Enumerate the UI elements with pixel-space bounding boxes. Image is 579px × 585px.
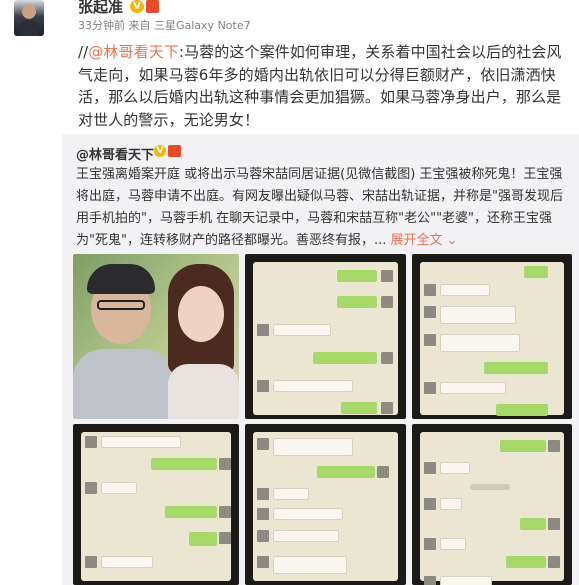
chat-bubble <box>524 266 548 278</box>
chat-avatar <box>424 462 436 474</box>
photo-figure <box>97 300 145 310</box>
photo-couple[interactable] <box>73 254 239 419</box>
chat-avatar <box>257 324 269 336</box>
chat-avatar <box>424 498 436 510</box>
chat-avatar <box>257 438 269 450</box>
chat-avatar <box>381 296 393 308</box>
chat-bubble <box>101 436 181 448</box>
photo-figure <box>168 364 239 419</box>
chat-bubble <box>506 556 546 568</box>
repost-author-name[interactable]: @林哥看天下 <box>76 144 154 163</box>
chat-avatar <box>257 530 269 542</box>
chat-bubble <box>189 532 217 546</box>
photo-figure <box>73 349 173 419</box>
chat-bubble <box>440 284 490 296</box>
photo-chat-screenshot[interactable] <box>245 424 406 585</box>
photo-chat-screenshot[interactable] <box>245 254 406 419</box>
chat-bubble <box>440 498 462 510</box>
chat-avatar <box>381 402 393 414</box>
chat-bubble <box>317 466 375 478</box>
chat-bubble <box>440 306 516 324</box>
post-text: //@林哥看天下:马蓉的这个案件如何审理，关系着中国社会以后的社会风气走向，如果… <box>78 41 573 131</box>
chat-bubble <box>520 518 546 530</box>
chat-bubble <box>440 462 470 474</box>
repost-verified-icon: V <box>154 145 166 157</box>
chat-avatar <box>424 576 436 585</box>
chat-avatar <box>257 380 269 392</box>
author-avatar[interactable] <box>14 0 44 36</box>
chat-avatar <box>548 518 560 530</box>
phone-screen <box>420 262 564 416</box>
chat-bubble <box>273 488 309 500</box>
chat-avatar <box>257 508 269 520</box>
chat-bubble <box>273 380 353 392</box>
verified-icon: V <box>130 0 144 13</box>
chat-bubble <box>101 482 137 494</box>
chat-bubble <box>484 362 548 374</box>
phone-screen <box>253 262 398 415</box>
chat-avatar <box>85 556 97 568</box>
chat-avatar <box>548 556 560 568</box>
chat-bubble <box>273 530 339 542</box>
chat-avatar <box>424 382 436 394</box>
photo-figure <box>178 286 224 342</box>
chat-bubble <box>273 324 331 336</box>
repost-box: @林哥看天下 V 王宝强离婚案开庭 或将出示马蓉宋喆同居证据(见微信截图) 王宝… <box>62 134 579 585</box>
repost-text: 王宝强离婚案开庭 或将出示马蓉宋喆同居证据(见微信截图) 王宝强被称死鬼！王宝强… <box>76 164 574 252</box>
chat-avatar <box>257 488 269 500</box>
vip-icon <box>146 0 159 13</box>
chat-avatar <box>548 440 560 452</box>
chat-bubble <box>440 576 492 585</box>
chat-bubble <box>273 438 353 456</box>
chat-bubble <box>440 538 466 550</box>
post-author-name[interactable]: 张起准 <box>78 0 123 15</box>
text-prefix: // <box>78 43 89 61</box>
expand-full-text-link[interactable]: 展开全文 ⌄ <box>391 233 458 248</box>
chat-bubble <box>337 296 377 308</box>
chat-avatar <box>377 466 389 478</box>
chat-bubble <box>337 270 377 282</box>
chat-avatar <box>424 538 436 550</box>
chat-avatar <box>424 284 436 296</box>
photo-chat-screenshot[interactable] <box>73 424 239 585</box>
repost-vip-icon <box>168 145 181 157</box>
chat-avatar <box>257 556 269 568</box>
chat-avatar <box>424 334 436 346</box>
photo-chat-screenshot[interactable] <box>412 424 572 585</box>
photo-figure <box>87 264 155 294</box>
phone-screen <box>253 432 398 581</box>
repost-body: 王宝强离婚案开庭 或将出示马蓉宋喆同居证据(见微信截图) 王宝强被称死鬼！王宝强… <box>76 167 563 248</box>
chat-bubble <box>273 556 347 574</box>
chat-bubble <box>273 508 343 520</box>
chat-bubble <box>101 556 153 568</box>
chat-avatar <box>219 506 231 518</box>
chat-bubble <box>500 440 546 452</box>
photo-grid <box>73 254 573 585</box>
chat-avatar <box>381 270 393 282</box>
chat-bubble <box>151 458 217 470</box>
chat-bubble <box>165 506 217 518</box>
chat-timestamp <box>470 484 510 490</box>
chat-avatar <box>424 306 436 318</box>
chat-bubble <box>341 402 377 414</box>
post-header: 张起准 V 33分钟前 来自 三星Galaxy Note7 <box>0 0 579 40</box>
chat-avatar <box>85 482 97 494</box>
chat-bubble <box>496 404 548 416</box>
mention-link[interactable]: @林哥看天下 <box>88 43 179 61</box>
chat-avatar <box>219 532 231 544</box>
chat-avatar <box>381 352 393 364</box>
phone-screen <box>81 432 231 581</box>
chat-avatar <box>219 458 231 470</box>
chat-bubble <box>440 334 520 352</box>
phone-screen <box>420 432 564 585</box>
photo-chat-screenshot[interactable] <box>412 254 572 419</box>
chat-bubble <box>440 382 506 394</box>
chat-bubble <box>313 352 377 364</box>
post-meta: 33分钟前 来自 三星Galaxy Note7 <box>78 19 251 32</box>
chat-avatar <box>85 436 97 448</box>
